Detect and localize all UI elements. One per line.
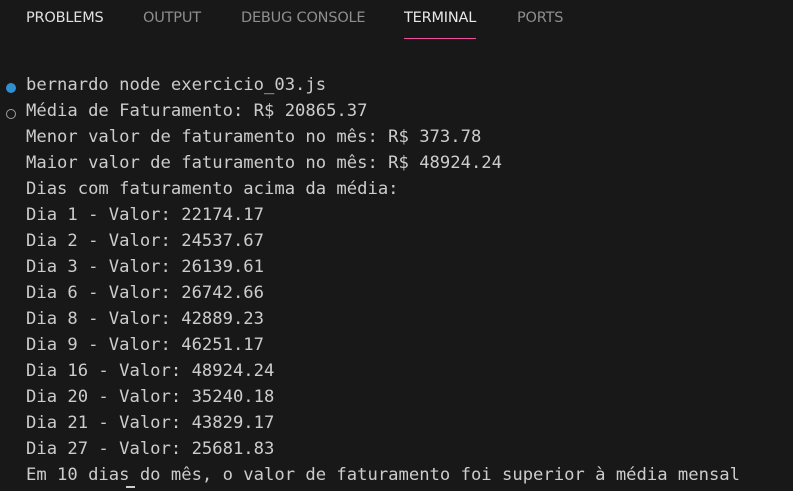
tab-ports-label: PORTS [517,10,564,26]
panel-tab-bar: PROBLEMS OUTPUT DEBUG CONSOLE TERMINAL P… [0,0,793,40]
tab-ports[interactable]: PORTS [517,10,563,36]
terminal-output-line: Dia 9 - Valor: 46251.17 [26,335,264,355]
terminal-command-line: bernardo node exercicio_03.js [26,75,327,95]
terminal-output-line: Dia 1 - Valor: 22174.17 [26,205,264,225]
tab-debug-console[interactable]: DEBUG CONSOLE [241,10,366,36]
terminal-output-line: Menor valor de faturamento no mês: R$ 37… [26,127,482,147]
terminal-output-line: Dias com faturamento acima da média: [26,179,399,199]
command-pending-decoration-icon[interactable] [6,109,16,119]
tab-output[interactable]: OUTPUT [143,10,201,36]
tab-debug-console-label: DEBUG CONSOLE [241,10,366,26]
tab-problems-label: PROBLEMS [26,10,104,26]
terminal-output-line: Dia 20 - Valor: 35240.18 [26,387,275,407]
terminal-output-line: Média de Faturamento: R$ 20865.37 [26,101,368,121]
terminal-output-line: Dia 6 - Valor: 26742.66 [26,283,264,303]
terminal-cursor [126,486,135,488]
active-tab-indicator [404,38,477,39]
terminal-output-line: Dia 8 - Valor: 42889.23 [26,309,264,329]
terminal-output-line: Maior valor de faturamento no mês: R$ 48… [26,153,502,173]
terminal-panel: PROBLEMS OUTPUT DEBUG CONSOLE TERMINAL P… [0,0,793,491]
tab-terminal-label: TERMINAL [404,10,477,26]
terminal-output-line: Em 10 dias do mês, o valor de faturament… [26,465,740,485]
terminal-output-line: Dia 27 - Valor: 25681.83 [26,439,275,459]
tab-problems[interactable]: PROBLEMS [26,10,104,36]
terminal-output-line: Dia 3 - Valor: 26139.61 [26,257,264,277]
terminal-output-area[interactable]: bernardo node exercicio_03.js Média de F… [0,75,793,491]
terminal-output-line: Dia 21 - Valor: 43829.17 [26,413,275,433]
tab-output-label: OUTPUT [143,10,201,26]
terminal-output-line: Dia 2 - Valor: 24537.67 [26,231,264,251]
tab-terminal[interactable]: TERMINAL [404,10,477,39]
terminal-output-line: Dia 16 - Valor: 48924.24 [26,361,275,381]
command-success-decoration-icon[interactable] [6,83,16,93]
